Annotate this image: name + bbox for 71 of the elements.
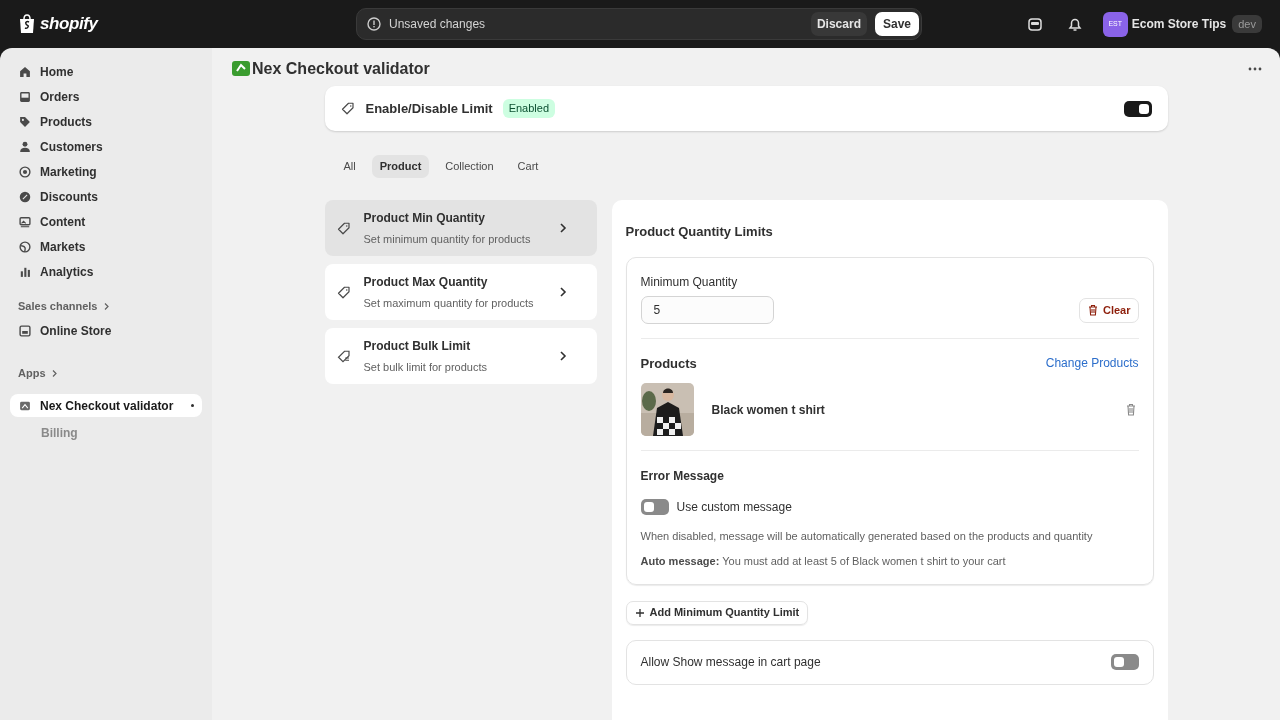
sidebar-item[interactable]: Marketing bbox=[10, 160, 202, 183]
card-title: Enable/Disable Limit bbox=[365, 99, 493, 118]
section-heading[interactable]: Apps bbox=[18, 364, 46, 382]
auto-message-text: Auto message: You must add at least 5 of Black women t shirt to your cart bbox=[640, 554, 1007, 569]
unsaved-changes-text: Unsaved changes bbox=[389, 16, 487, 33]
image-icon bbox=[18, 214, 32, 229]
section-heading[interactable]: Sales channels bbox=[18, 297, 98, 315]
sidebar-item[interactable]: Markets bbox=[10, 235, 202, 258]
logo-text: shopify bbox=[40, 13, 98, 36]
target-icon bbox=[18, 164, 32, 179]
save-button[interactable]: Save bbox=[874, 12, 919, 36]
trash-icon bbox=[1086, 304, 1099, 316]
sidebar-item[interactable]: Orders bbox=[10, 85, 202, 108]
limit-type-title: Product Max Quantity bbox=[363, 273, 489, 291]
section-heading: Error Message bbox=[640, 468, 725, 485]
more-options-icon[interactable] bbox=[1248, 67, 1262, 71]
notification-bell-icon[interactable] bbox=[1066, 16, 1083, 32]
alert-icon bbox=[367, 17, 381, 31]
store-icon bbox=[18, 323, 32, 338]
person-icon bbox=[18, 139, 32, 154]
filter-tab[interactable]: Collection bbox=[437, 155, 502, 178]
minimum-quantity-field[interactable]: 5 bbox=[640, 295, 774, 324]
shopping-bag-icon bbox=[18, 14, 36, 34]
tag-icon bbox=[18, 114, 32, 129]
sidebar-item[interactable]: Analytics bbox=[10, 260, 202, 283]
limit-type-description: Set maximum quantity for products bbox=[363, 295, 534, 311]
badge-icon bbox=[18, 189, 32, 204]
sidebar-item[interactable]: Customers bbox=[10, 135, 202, 158]
filter-tab[interactable]: All bbox=[335, 155, 364, 178]
tag-icon bbox=[336, 220, 352, 236]
trash-icon[interactable] bbox=[1124, 403, 1137, 416]
hint-text: When disabled, message will be automatically generated based on the products and quantity bbox=[640, 529, 1094, 544]
app-logo-icon bbox=[232, 61, 250, 77]
tag-icon bbox=[340, 101, 356, 116]
limit-type-item[interactable]: Product Min Quantity Set minimum quantity for products bbox=[324, 200, 597, 256]
limit-type-item[interactable]: Product Max Quantity Set maximum quantity for products bbox=[324, 264, 597, 320]
page-title: Nex Checkout validator bbox=[252, 59, 430, 79]
discard-button[interactable]: Discard bbox=[810, 12, 867, 36]
panel-title: Product Quantity Limits bbox=[625, 223, 774, 241]
sidebar-item[interactable]: Online Store bbox=[10, 319, 202, 342]
limit-type-description: Set minimum quantity for products bbox=[363, 231, 531, 247]
product-name: Black women t shirt bbox=[711, 401, 825, 419]
add-limit-button[interactable]: Add Minimum Quantity Limit bbox=[625, 600, 809, 625]
globe-icon bbox=[18, 239, 32, 254]
tag-icon bbox=[336, 284, 352, 300]
toggle-label: Use custom message bbox=[676, 499, 792, 516]
sidebar-item[interactable]: Products bbox=[10, 110, 202, 133]
field-label: Minimum Quantity bbox=[640, 273, 739, 291]
sidebar-item[interactable]: Home bbox=[10, 60, 202, 83]
filter-tab[interactable]: Cart bbox=[509, 155, 547, 178]
sidebar-item[interactable]: Content bbox=[10, 210, 202, 233]
inbox-icon bbox=[18, 89, 32, 104]
toggle-switch[interactable] bbox=[640, 499, 669, 515]
toggle-label: Allow Show message in cart page bbox=[640, 654, 821, 671]
limit-type-description: Set bulk limit for products bbox=[363, 359, 487, 375]
limit-type-title: Product Bulk Limit bbox=[363, 337, 472, 355]
clear-button[interactable]: Clear bbox=[1078, 297, 1139, 323]
plus-icon bbox=[634, 607, 645, 618]
store-badge: dev bbox=[1232, 15, 1262, 33]
toggle-switch[interactable] bbox=[1110, 654, 1139, 670]
store-name[interactable]: Ecom Store Tips bbox=[1131, 15, 1227, 33]
status-badge: Enabled bbox=[502, 99, 556, 118]
section-heading: Products bbox=[640, 354, 697, 373]
sidebar-item[interactable]: Discounts bbox=[10, 185, 202, 208]
filter-tab[interactable]: Product bbox=[371, 155, 430, 178]
limit-type-title: Product Min Quantity bbox=[363, 209, 486, 227]
change-products-link[interactable]: Change Products bbox=[1045, 354, 1139, 373]
sidebar-item[interactable]: Nex Checkout validator bbox=[10, 394, 202, 417]
tag-icon bbox=[336, 348, 352, 364]
toggle-switch[interactable] bbox=[1123, 100, 1152, 117]
limit-type-item[interactable]: Product Bulk Limit Set bulk limit for products bbox=[324, 328, 597, 384]
